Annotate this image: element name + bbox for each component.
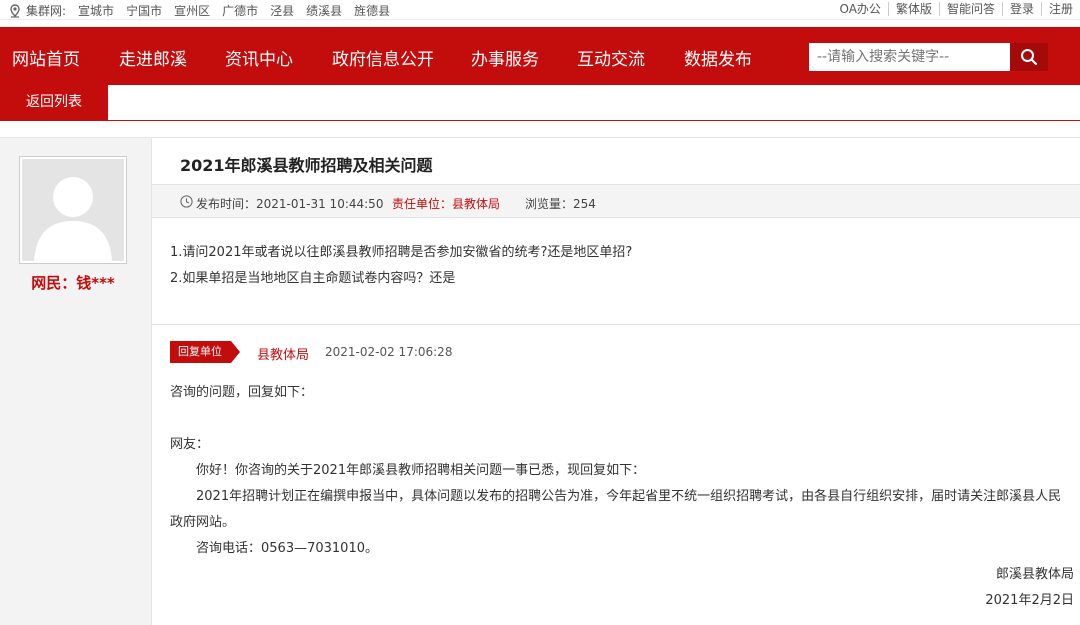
nav-item-gov-info[interactable]: 政府信息公开 [332, 45, 434, 70]
city-links: 集群网: 宣城市 宁国市 宣州区 广德市 泾县 绩溪县 旌德县 [8, 2, 402, 19]
city-link[interactable]: 广德市 [222, 2, 258, 19]
utility-links: OA办公 繁体版 智能问答 登录 注册 [832, 2, 1080, 16]
divider [152, 324, 1080, 325]
question-text: 1.请问2021年或者说以往郎溪县教师招聘是否参加安徽省的统考?还是地区单招? … [170, 240, 632, 292]
avatar [19, 156, 127, 264]
smart-qa-link[interactable]: 智能问答 [938, 2, 1002, 16]
reply-greeting: 网友： [170, 437, 210, 452]
badge-arrow [231, 341, 240, 363]
city-link[interactable]: 旌德县 [354, 2, 390, 19]
register-link[interactable]: 注册 [1040, 2, 1080, 16]
reply-paragraph: 2021年招聘计划正在编撰申报当中，具体问题以发布的招聘公告为准，今年起省里不统… [170, 489, 1062, 530]
main-nav: 网站首页 走进郎溪 资讯中心 政府信息公开 办事服务 互动交流 数据发布 [0, 27, 1080, 85]
back-to-list-button[interactable]: 返回列表 [0, 85, 108, 121]
city-link[interactable]: 宣州区 [174, 2, 210, 19]
city-link[interactable]: 泾县 [270, 2, 294, 19]
reply-signature-unit: 郎溪县教体局 [995, 567, 1074, 582]
question-line: 1.请问2021年或者说以往郎溪县教师招聘是否参加安徽省的统考?还是地区单招? [170, 245, 633, 260]
view-count: 浏览量：254 [525, 197, 596, 211]
login-link[interactable]: 登录 [1001, 2, 1041, 16]
page-title: 2021年郎溪县教师招聘及相关问题 [180, 156, 433, 175]
traditional-chinese-link[interactable]: 繁体版 [887, 2, 939, 16]
search-button[interactable] [1010, 43, 1048, 71]
message-detail: 2021年郎溪县教师招聘及相关问题 发布时间：2021-01-31 10:44:… [152, 137, 1080, 625]
clock-icon [180, 195, 193, 208]
search-input[interactable] [809, 43, 1010, 71]
reply-body: 咨询的问题，回复如下： 网友： 你好！你咨询的关于2021年郎溪县教师招聘相关问… [170, 380, 1074, 614]
user-panel: 网民：钱*** [0, 137, 152, 625]
nav-item-interaction[interactable]: 互动交流 [577, 45, 645, 70]
cluster-label: 集群网: [26, 4, 67, 18]
location-pin-icon [10, 3, 20, 18]
city-link[interactable]: 宁国市 [126, 2, 162, 19]
user-name: 网民：钱*** [31, 274, 115, 292]
responsible-unit: 责任单位：县教体局 [392, 197, 501, 211]
question-line: 2.如果单招是当地地区自主命题试卷内容吗？还是 [170, 271, 456, 286]
reply-signature-date: 2021年2月2日 [985, 593, 1074, 608]
meta-bar: 发布时间：2021-01-31 10:44:50 责任单位：县教体局 浏览量：2… [152, 184, 1080, 218]
publish-time: 发布时间：2021-01-31 10:44:50 [196, 197, 384, 211]
reply-unit-badge: 回复单位 [170, 341, 240, 363]
nav-item-home[interactable]: 网站首页 [12, 45, 80, 70]
reply-paragraph: 你好！你咨询的关于2021年郎溪县教师招聘相关问题一事已悉，现回复如下： [196, 463, 646, 478]
top-strip: 集群网: 宣城市 宁国市 宣州区 广德市 泾县 绩溪县 旌德县 OA办公 繁体版… [0, 0, 1080, 20]
nav-item-about[interactable]: 走进郎溪 [119, 45, 187, 70]
search-icon [1021, 49, 1038, 66]
reply-unit: 县教体局 [257, 348, 310, 363]
reply-badge-label: 回复单位 [170, 341, 231, 363]
default-avatar-icon [22, 159, 124, 261]
reply-time: 2021-02-02 17:06:28 [325, 345, 453, 359]
nav-item-services[interactable]: 办事服务 [471, 45, 539, 70]
reply-phone: 咨询电话：0563—7031010。 [196, 541, 378, 556]
oa-link[interactable]: OA办公 [832, 2, 887, 16]
sub-bar: 返回列表 [0, 85, 1080, 121]
city-link[interactable]: 宣城市 [78, 2, 114, 19]
nav-item-data[interactable]: 数据发布 [684, 45, 752, 70]
reply-intro: 咨询的问题，回复如下： [170, 385, 314, 400]
nav-item-news[interactable]: 资讯中心 [225, 45, 293, 70]
city-link[interactable]: 绩溪县 [306, 2, 342, 19]
